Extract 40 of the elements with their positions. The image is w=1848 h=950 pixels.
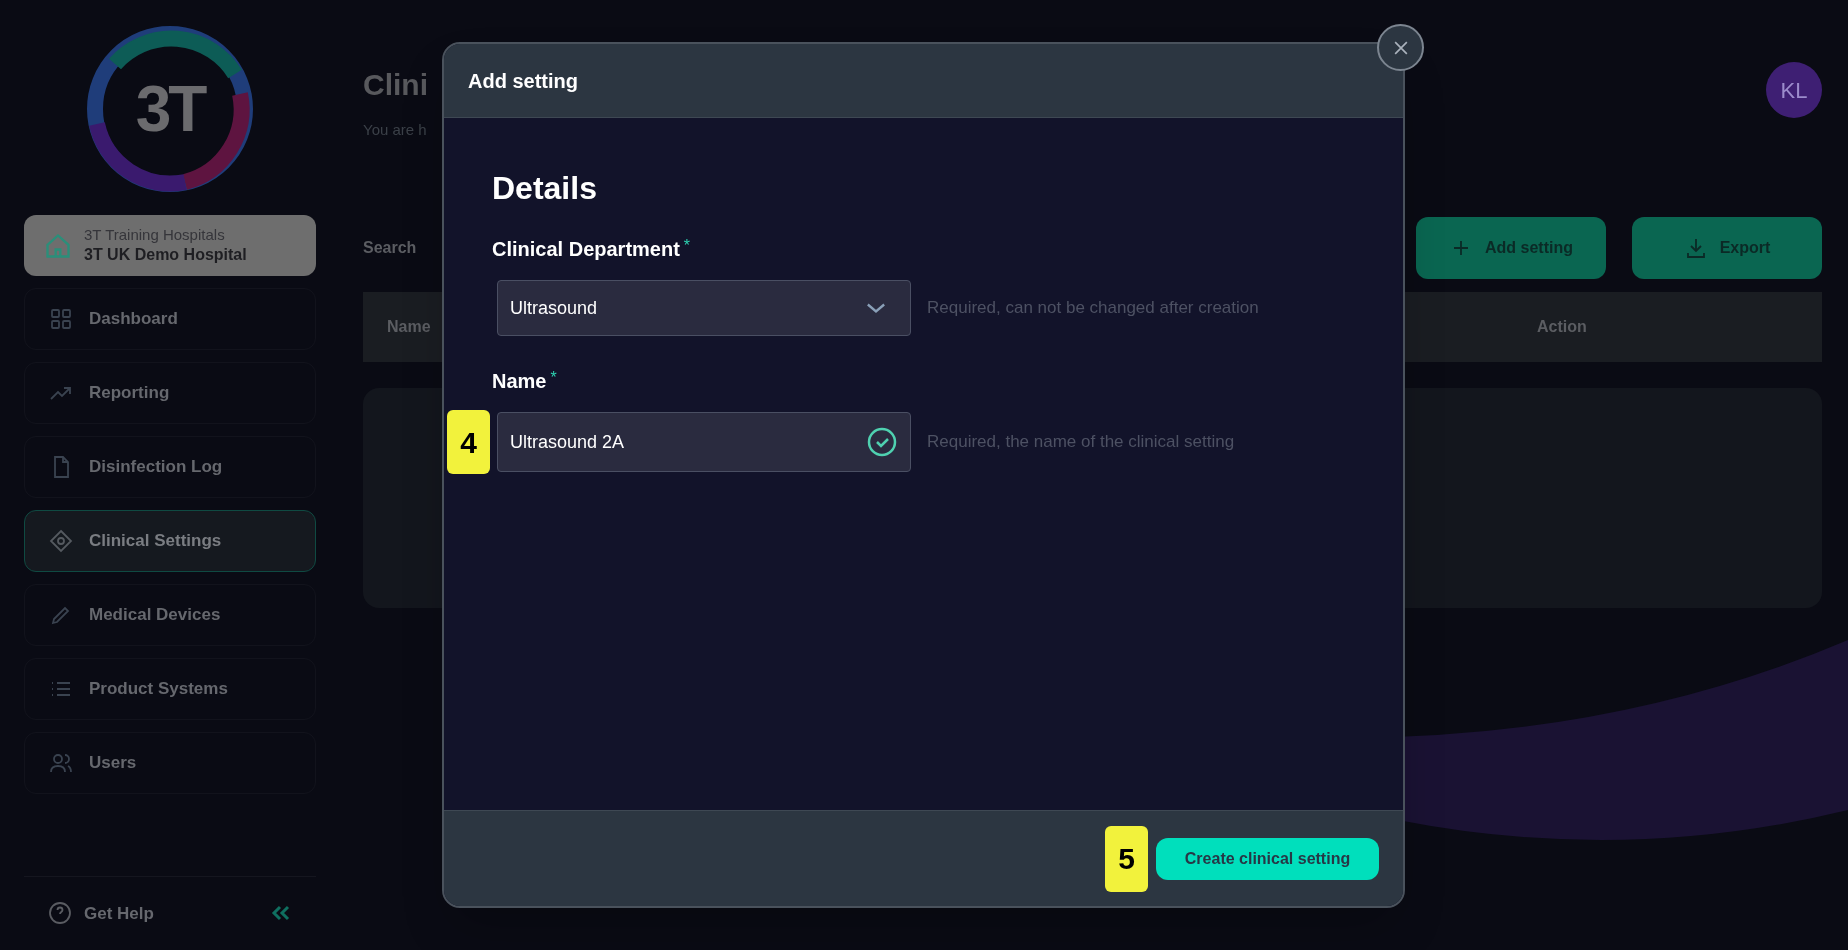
modal-title: Add setting — [468, 68, 578, 94]
export-button[interactable]: Export — [1632, 217, 1822, 279]
home-icon — [44, 231, 72, 260]
dropdown[interactable]: Ultrasound — [497, 280, 911, 336]
hospital-selector[interactable]: 3T Training Hospitals 3T UK Demo Hospital — [24, 215, 316, 276]
close-button[interactable] — [1377, 24, 1424, 71]
nav-item[interactable]: Users — [24, 732, 316, 794]
column-header: Action — [1537, 317, 1587, 337]
add-button[interactable]: Add setting — [1416, 217, 1606, 279]
column-header: Name — [387, 317, 432, 337]
section-heading: Details — [492, 169, 598, 208]
field-hint: Required, the name of the clinical setting — [927, 431, 1235, 454]
help-link[interactable]: Get Help — [48, 900, 154, 926]
required-mark: * — [683, 236, 691, 256]
nav-item[interactable]: Disinfection Log — [24, 436, 316, 498]
required-mark: * — [550, 368, 557, 388]
input-field[interactable]: Ultrasound 2A — [497, 412, 911, 472]
help-icon — [48, 901, 72, 926]
logo-text: 3T — [135, 72, 205, 147]
check-circle-icon — [866, 426, 898, 458]
diamond-icon — [49, 529, 73, 553]
step-badge: 4 — [447, 410, 490, 474]
page-title: Clini — [363, 67, 428, 103]
grid-icon — [49, 307, 73, 331]
nav-item[interactable]: Reporting — [24, 362, 316, 424]
nav-item[interactable]: Product Systems — [24, 658, 316, 720]
search-label: Search — [363, 238, 417, 258]
nav-item[interactable]: Dashboard — [24, 288, 316, 350]
nav-item[interactable]: Clinical Settings — [24, 510, 316, 572]
step-badge: 5 — [1105, 825, 1148, 892]
users-icon — [49, 751, 73, 775]
avatar[interactable]: KL — [1766, 62, 1822, 118]
hospital-group: 3T Training Hospitals — [84, 226, 247, 245]
logo-ring-icon — [85, 24, 255, 194]
create-button[interactable]: Create clinical setting — [1156, 837, 1379, 880]
nav-item[interactable]: Medical Devices — [24, 584, 316, 646]
field-label: Clinical Department — [492, 237, 680, 262]
hospital-name: 3T UK Demo Hospital — [84, 244, 247, 265]
field-label: Name — [492, 369, 547, 394]
field-hint: Required, can not be changed after creation — [927, 297, 1259, 320]
